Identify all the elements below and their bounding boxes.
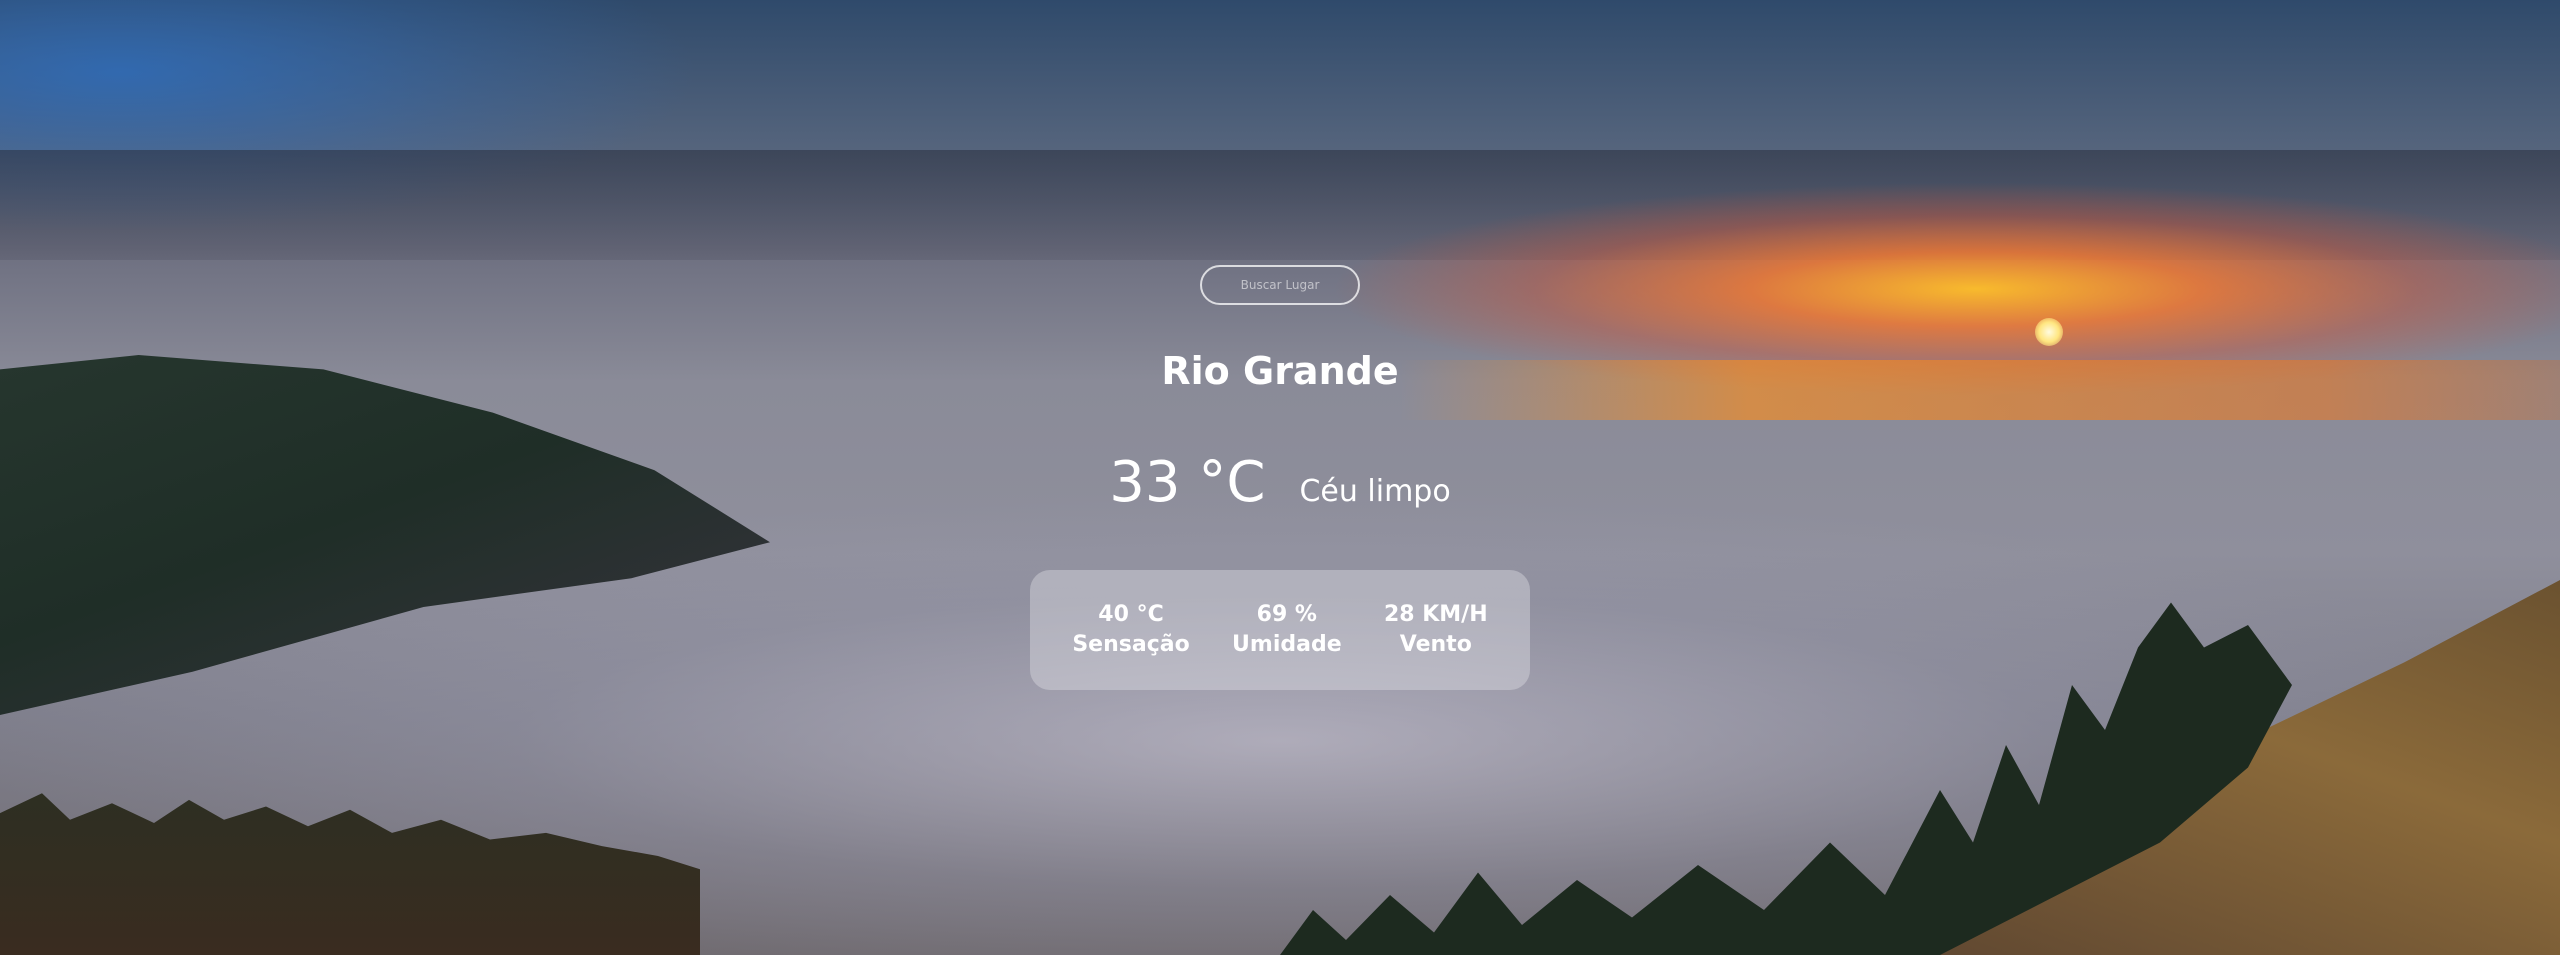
sun <box>2035 318 2063 346</box>
detail-label: Umidade <box>1232 632 1342 657</box>
temperature-value: 33 °C <box>1109 450 1266 515</box>
detail-humidity: 69 % Umidade <box>1232 600 1342 660</box>
detail-value: 40 °C <box>1098 602 1164 627</box>
detail-value: 69 % <box>1256 602 1317 627</box>
temperature-row: 33 °C Céu limpo <box>0 455 2560 511</box>
detail-label: Vento <box>1399 632 1472 657</box>
detail-value: 28 KM/H <box>1383 602 1488 627</box>
detail-label: Sensação <box>1072 632 1190 657</box>
weather-details-card: 40 °C Sensação 69 % Umidade 28 KM/H Vent… <box>1030 570 1530 690</box>
detail-feels-like: 40 °C Sensação <box>1072 600 1189 660</box>
search-input[interactable] <box>1200 265 1360 305</box>
weather-description: Céu limpo <box>1299 474 1451 509</box>
detail-wind: 28 KM/H Vento <box>1384 600 1488 660</box>
city-name: Rio Grande <box>1161 349 1399 393</box>
